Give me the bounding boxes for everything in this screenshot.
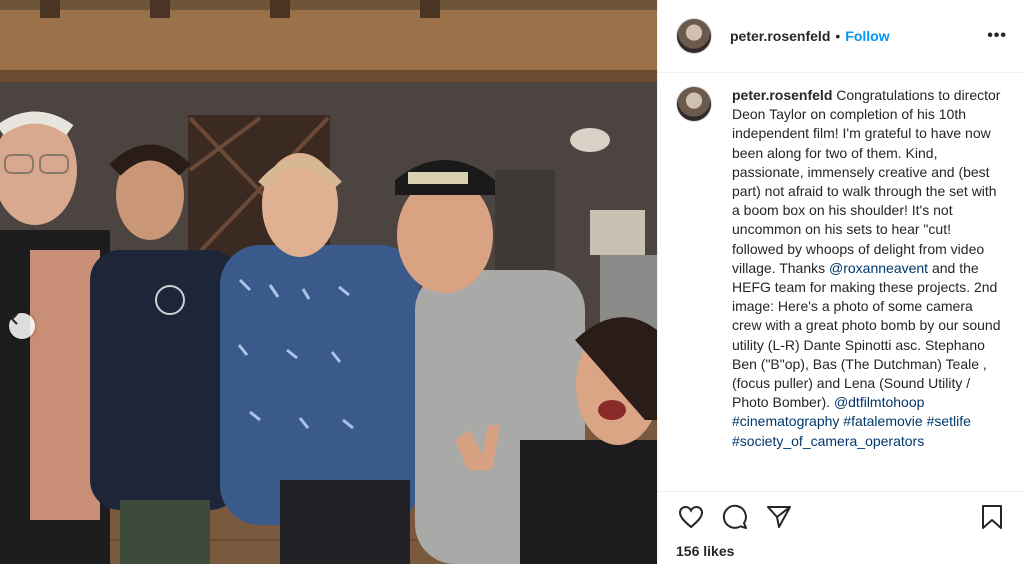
caption-avatar[interactable] (676, 86, 712, 122)
caption-section: peter.rosenfeld Congratulations to direc… (658, 74, 1023, 491)
hashtag-link[interactable]: #setlife (927, 413, 971, 429)
hashtag-link[interactable]: #society_of_camera_operators (732, 433, 924, 449)
hashtag-link[interactable]: #cinematography (732, 413, 839, 429)
post-caption: peter.rosenfeld Congratulations to direc… (732, 86, 1002, 491)
heart-icon (678, 505, 704, 534)
action-row (676, 504, 1007, 534)
avatar[interactable] (676, 18, 712, 54)
caption-text-part-1: Congratulations to director Deon Taylor … (732, 87, 1001, 276)
caption-text-part-2: and the HEFG team for making these proje… (732, 259, 1001, 411)
share-button[interactable] (764, 504, 794, 534)
header-username[interactable]: peter.rosenfeld (730, 28, 830, 44)
caption-username[interactable]: peter.rosenfeld (732, 87, 832, 103)
share-icon (766, 505, 792, 534)
more-options-button[interactable]: ••• (987, 27, 1007, 45)
actions-bar: 156 likes (658, 491, 1023, 559)
post-photo[interactable] (0, 0, 657, 564)
post-header: peter.rosenfeld • Follow ••• (658, 0, 1023, 73)
separator-dot: • (835, 28, 841, 44)
like-button[interactable] (676, 504, 706, 534)
carousel-prev-button[interactable] (9, 313, 35, 339)
likes-count[interactable]: 156 likes (676, 543, 1007, 559)
photo-illustration (0, 0, 657, 564)
save-button[interactable] (977, 504, 1007, 534)
post-side-panel: peter.rosenfeld • Follow ••• peter.rosen… (657, 0, 1023, 564)
comment-button[interactable] (720, 504, 750, 534)
comment-icon (722, 504, 748, 535)
follow-button[interactable]: Follow (845, 28, 889, 44)
mention-link[interactable]: @roxanneavent (829, 260, 928, 276)
hashtag-link[interactable]: #fatalemovie (843, 413, 922, 429)
bookmark-icon (981, 504, 1003, 535)
mention-link[interactable]: @dtfilmtohoop (834, 394, 924, 410)
